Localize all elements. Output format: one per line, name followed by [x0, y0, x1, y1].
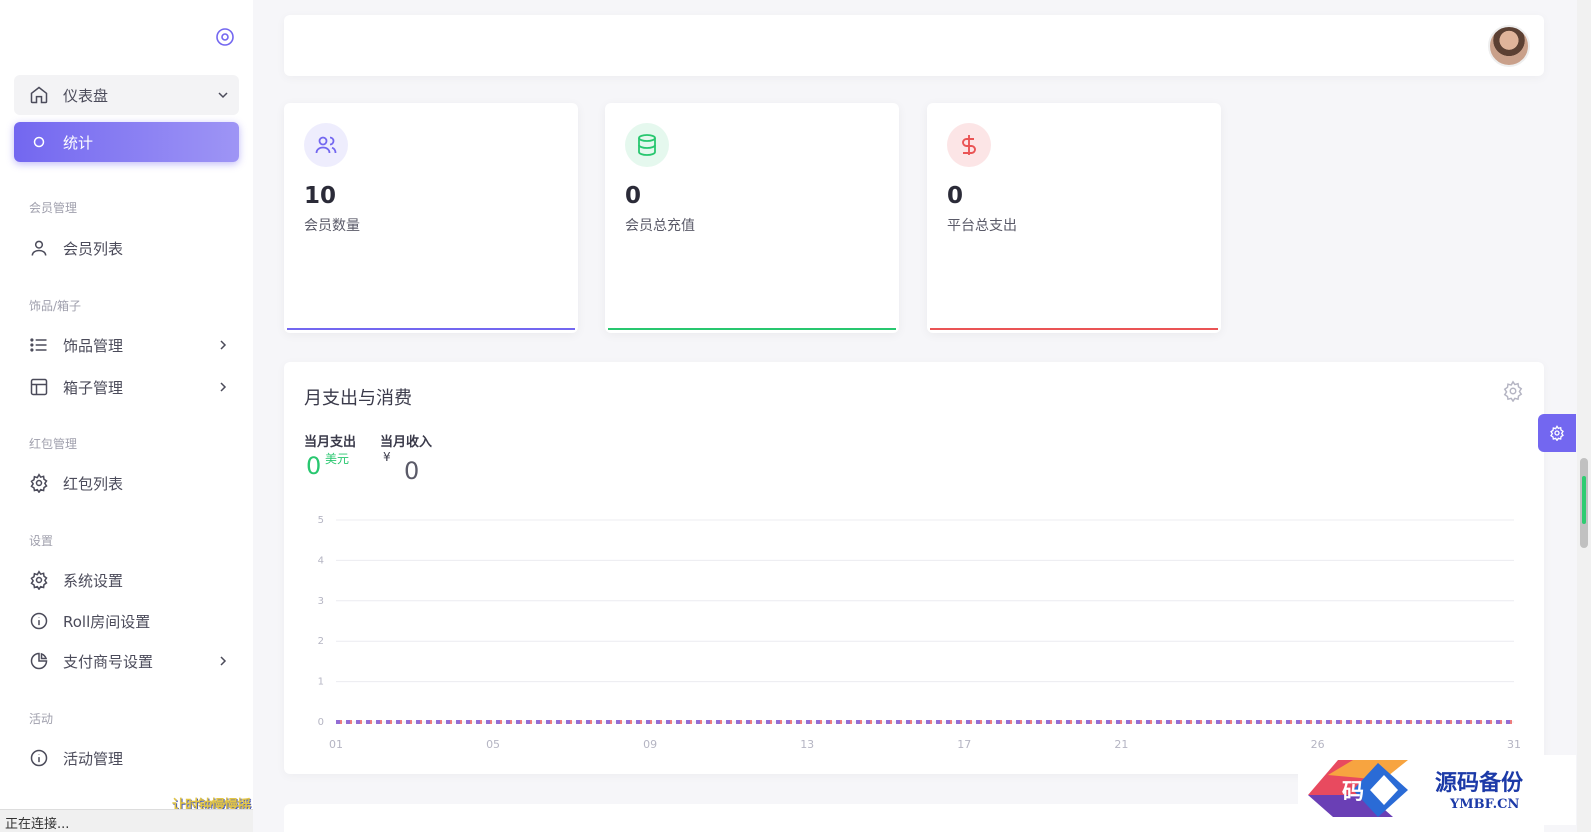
chevron-right-icon	[220, 340, 227, 350]
logo	[20, 18, 140, 48]
sidebar-item-label: 箱子管理	[63, 378, 124, 397]
y-tick-label: 4	[318, 555, 324, 566]
watermark-badge: 码	[1342, 779, 1364, 805]
watermark: 码 源码备份 YMBF.CN	[1298, 755, 1576, 825]
sidebar-item-member-list[interactable]: 会员列表	[14, 229, 239, 267]
sidebar: 仪表盘 统计 会员管理 会员列表 饰品/箱子 饰品管理 箱子管理 红包管理 红包…	[0, 0, 253, 832]
chevron-down-icon	[218, 92, 228, 99]
gear-icon[interactable]	[1502, 380, 1524, 402]
section-header: 饰品/箱子	[29, 299, 82, 313]
layout-icon	[28, 376, 50, 398]
stat-value: 10	[304, 183, 337, 209]
stat-card-recharge: 0 会员总充值	[605, 103, 899, 333]
stat-value: 0	[625, 183, 642, 209]
circle-icon	[28, 131, 50, 153]
stat-label: 会员总充值	[625, 218, 695, 234]
stat-underline	[287, 328, 575, 330]
x-tick-label: 31	[1507, 738, 1521, 751]
expense-value: 0	[306, 452, 322, 480]
y-tick-label: 5	[318, 515, 324, 526]
monthly-chart-panel: 月支出与消费 当月支出 0 美元 当月收入 ¥ 0 0 1 2 3 4 5 01 05 09 13…	[284, 362, 1544, 774]
chevron-right-icon	[220, 382, 227, 392]
stat-underline	[608, 328, 896, 330]
sidebar-item-label: 饰品管理	[63, 336, 124, 355]
section-header: 设置	[29, 534, 54, 548]
sidebar-toggle-icon[interactable]	[215, 27, 235, 47]
y-tick-label: 2	[318, 636, 324, 647]
list-icon	[28, 334, 50, 356]
sidebar-item-label: Roll房间设置	[63, 612, 151, 631]
watermark-sub: YMBF.CN	[1450, 797, 1520, 812]
sidebar-item-payment-settings[interactable]: 支付商号设置	[14, 642, 239, 680]
dollar-icon	[947, 123, 991, 167]
x-tick-label: 21	[1114, 738, 1128, 751]
home-icon	[28, 84, 50, 106]
stat-underline	[930, 328, 1218, 330]
user-icon	[28, 237, 50, 259]
chevron-right-icon	[220, 656, 227, 666]
avatar[interactable]	[1488, 25, 1530, 67]
top-navbar	[284, 15, 1544, 76]
gear-icon	[28, 472, 50, 494]
expense-label: 当月支出	[304, 435, 357, 450]
watermark-logo-icon: 码	[1308, 760, 1408, 817]
x-tick-label: 09	[643, 738, 657, 751]
stat-value: 0	[947, 183, 964, 209]
sidebar-item-label: 会员列表	[63, 239, 124, 258]
income-currency: ¥	[383, 450, 391, 464]
info-icon	[28, 747, 50, 769]
section-header: 会员管理	[29, 201, 78, 215]
users-icon	[304, 123, 348, 167]
x-tick-label: 01	[329, 738, 343, 751]
y-tick-label: 3	[318, 596, 324, 607]
sidebar-item-system-settings[interactable]: 系统设置	[14, 561, 239, 599]
stat-card-members: 10 会员数量	[284, 103, 578, 333]
gear-icon	[1550, 425, 1564, 441]
income-value: 0	[404, 457, 420, 485]
x-tick-label: 26	[1311, 738, 1325, 751]
stat-label: 会员数量	[304, 218, 360, 234]
stat-card-expense: 0 平台总支出	[927, 103, 1221, 333]
browser-status-bar: 正在连接...	[0, 809, 253, 832]
sidebar-item-activities[interactable]: 活动管理	[14, 739, 239, 777]
database-icon	[625, 123, 669, 167]
scroll-indicator	[1582, 476, 1586, 524]
page-scrollbar[interactable]	[1577, 0, 1591, 832]
customizer-button[interactable]	[1538, 414, 1576, 452]
sidebar-item-label: 活动管理	[63, 749, 124, 768]
sidebar-item-dashboard[interactable]: 仪表盘	[14, 75, 239, 115]
expense-unit: 美元	[325, 452, 350, 466]
y-tick-label: 0	[318, 717, 324, 728]
sidebar-item-boxes[interactable]: 箱子管理	[14, 368, 239, 406]
panel-title: 月支出与消费	[304, 388, 412, 409]
sidebar-item-label: 仪表盘	[63, 86, 109, 105]
pie-chart-icon	[28, 650, 50, 672]
stat-label: 平台总支出	[947, 218, 1017, 234]
line-chart: 01234501 05 09 13 17 21 26 31	[318, 515, 1521, 751]
y-tick-label: 1	[318, 677, 324, 688]
sidebar-item-label: 支付商号设置	[63, 652, 154, 671]
section-header: 红包管理	[29, 437, 78, 451]
section-header: 活动	[29, 712, 54, 726]
x-tick-label: 05	[486, 738, 500, 751]
x-tick-label: 17	[957, 738, 971, 751]
sidebar-item-statistics[interactable]: 统计	[14, 122, 239, 162]
sidebar-item-label: 红包列表	[63, 474, 124, 493]
info-icon	[28, 610, 50, 632]
gear-icon	[28, 569, 50, 591]
sidebar-item-roll-settings[interactable]: Roll房间设置	[14, 602, 239, 640]
sidebar-item-label: 系统设置	[63, 571, 124, 590]
x-tick-label: 13	[800, 738, 814, 751]
watermark-main: 源码备份	[1435, 770, 1524, 796]
sidebar-item-red-packets[interactable]: 红包列表	[14, 464, 239, 502]
income-label: 当月收入	[380, 435, 433, 450]
sidebar-item-label: 统计	[63, 133, 94, 152]
sidebar-item-skins[interactable]: 饰品管理	[14, 326, 239, 364]
